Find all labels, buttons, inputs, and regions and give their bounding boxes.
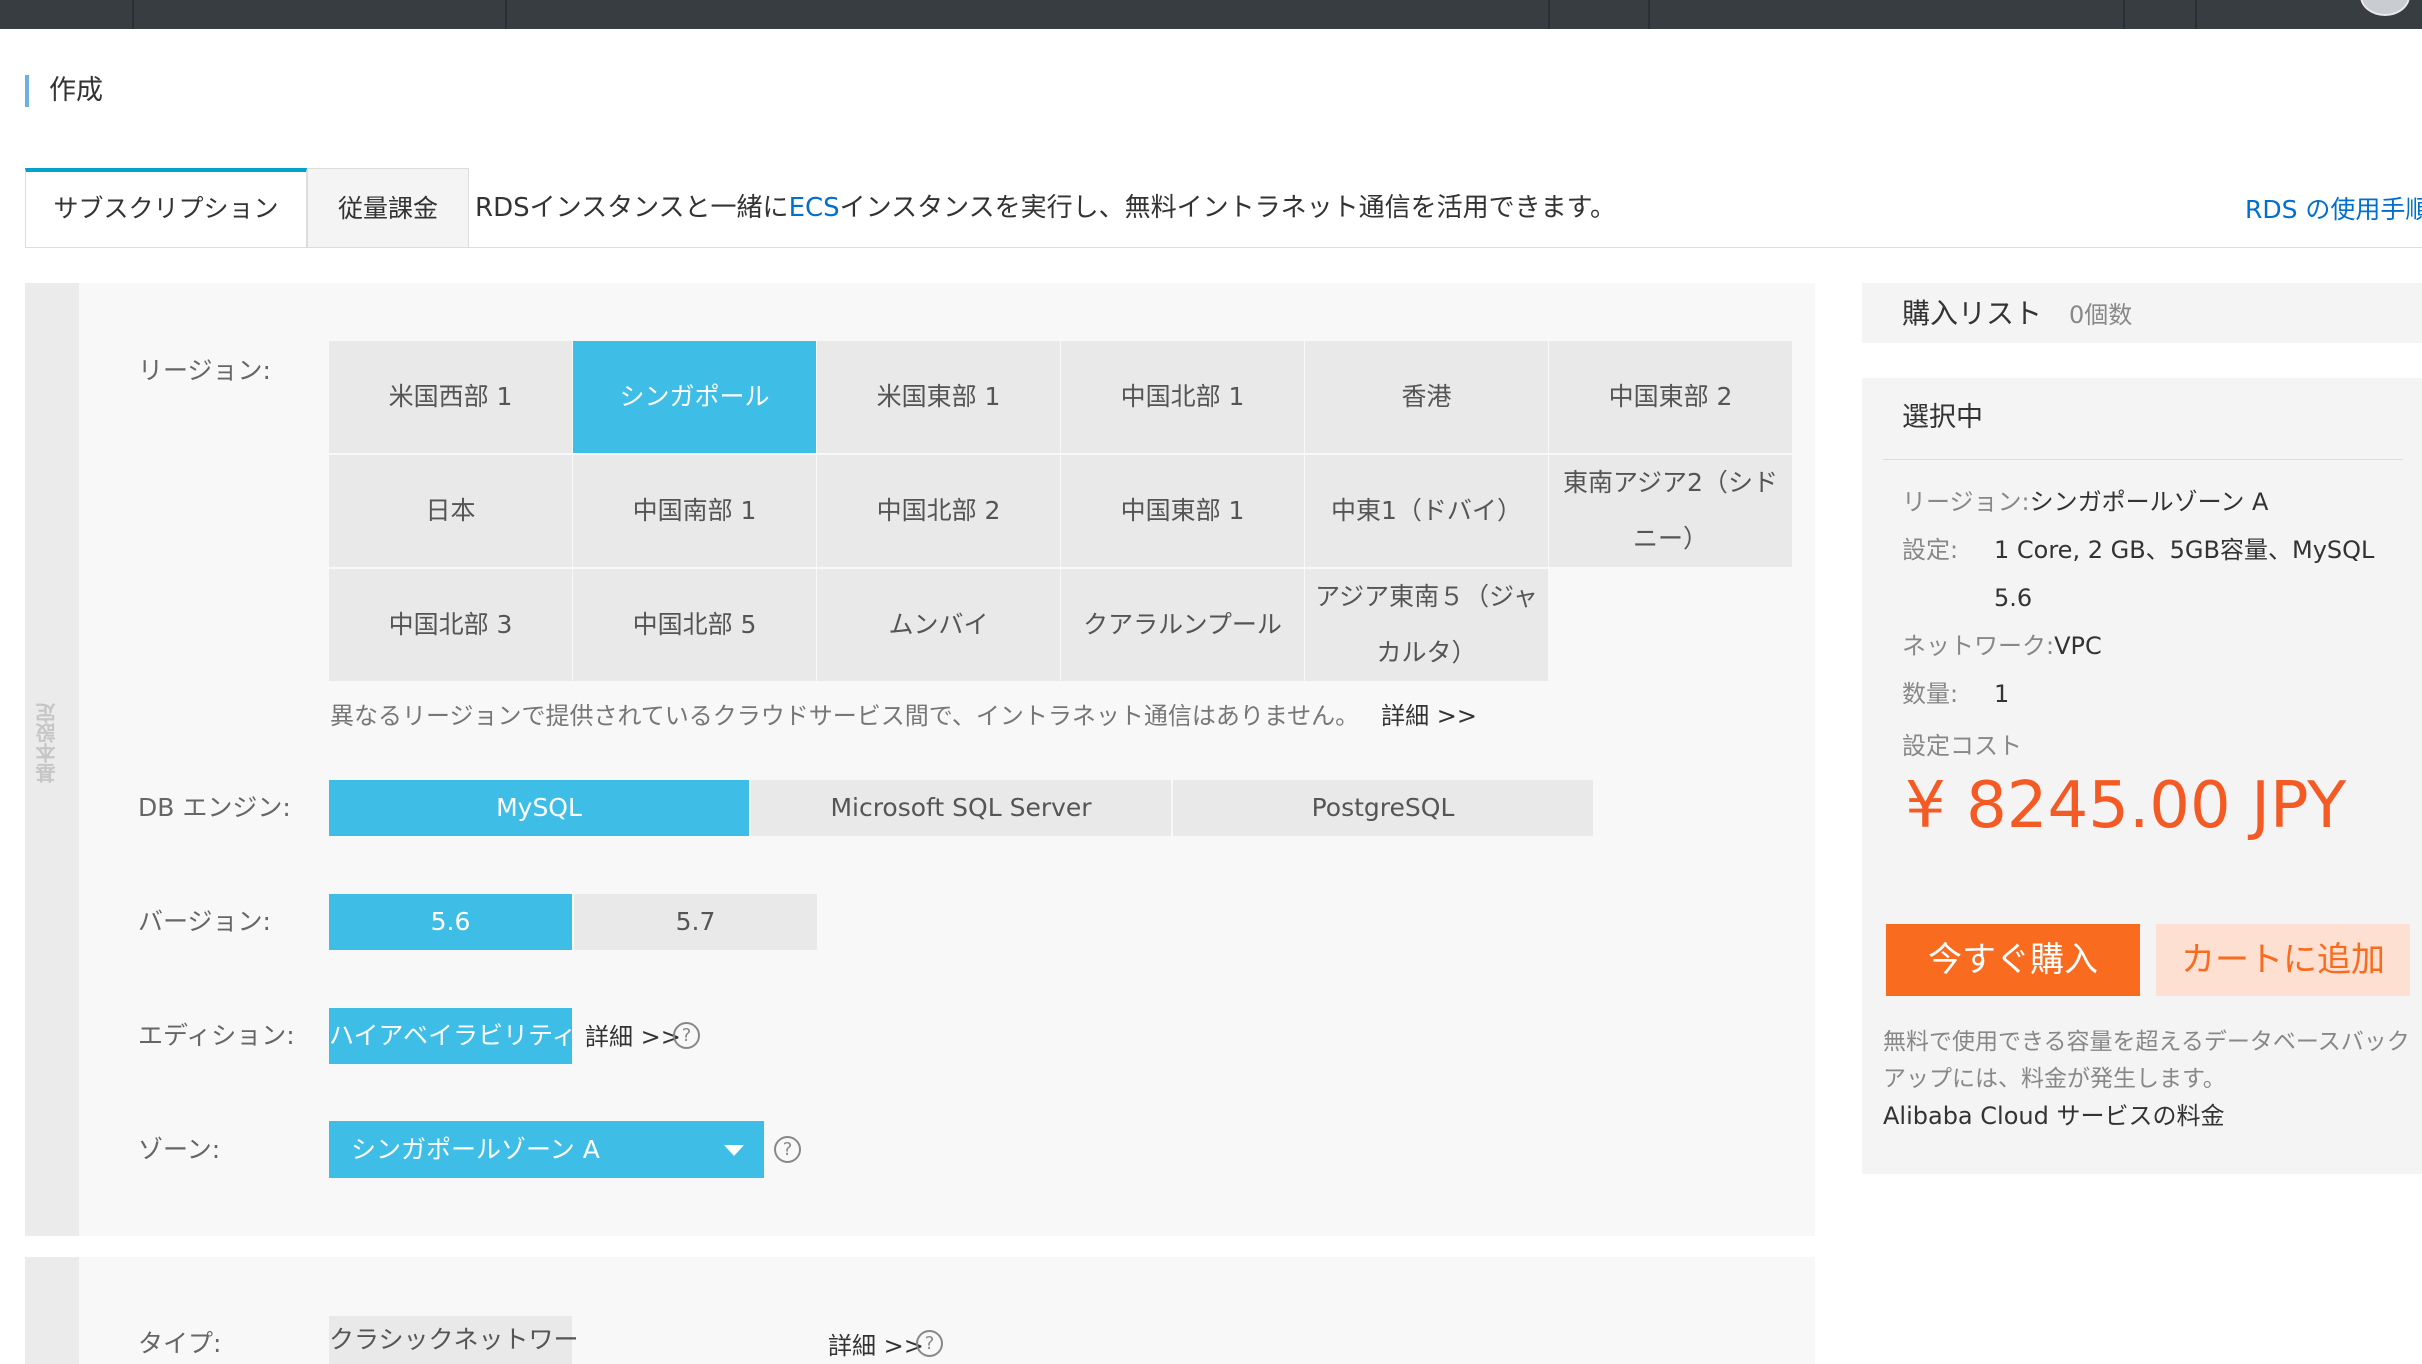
ecs-link[interactable]: ECS [789,193,840,223]
user-avatar[interactable] [2360,0,2410,16]
section-sidebar [25,1257,79,1364]
zone-select-value: シンガポールゾーン A [351,1135,600,1164]
rds-guide-link[interactable]: RDS の使用手順 [2245,192,2422,228]
region-option[interactable]: 中国東部 2 [1549,341,1792,453]
region-option[interactable]: 米国東部 1 [817,341,1060,453]
summary-divider [1883,459,2403,460]
edition-detail-link[interactable]: 詳細 >> [585,1019,681,1055]
region-option-selected[interactable]: シンガポール [573,341,816,453]
nav-divider [2195,0,2197,29]
network-detail-link[interactable]: 詳細 >> [828,1328,924,1364]
edition-label: エディション: [138,1021,295,1050]
promo-text: RDSインスタンスと一緒に [475,193,789,223]
region-option[interactable]: ムンバイ [817,569,1060,681]
help-icon[interactable]: ? [774,1136,801,1163]
pricing-link[interactable]: Alibaba Cloud サービスの料金 [1883,1098,2224,1134]
tab-subscription[interactable]: サブスクリプション [25,168,307,248]
tabs-divider [25,247,2422,248]
summary-title: 選択中 [1902,402,1983,433]
region-hint-text: 異なるリージョンで提供されているクラウドサービス間で、イントラネット通信はありま… [330,702,1360,730]
buy-now-button[interactable]: 今すぐ購入 [1886,924,2140,996]
region-option[interactable]: 中国北部 5 [573,569,816,681]
engine-label: DB エンジン: [138,793,291,822]
nav-divider [132,0,134,29]
nav-divider [505,0,507,29]
network-type-option[interactable]: クラシックネットワー [329,1316,579,1364]
region-option[interactable]: クアラルンプール [1061,569,1304,681]
engine-option-selected[interactable]: MySQL [329,780,749,836]
region-option[interactable]: 中国南部 1 [573,455,816,567]
help-icon[interactable]: ? [916,1330,943,1357]
nav-divider [1548,0,1550,29]
summary-config-value-cont: 5.6 [1994,584,2033,612]
zone-select[interactable]: シンガポールゾーン A [329,1121,764,1178]
region-detail-link[interactable]: 詳細 >> [1381,702,1477,730]
backup-fee-note: 無料で使用できる容量を超えるデータベースバックアップには、料金が発生します。 [1883,1029,2410,1092]
ecs-promo-note: RDSインスタンスと一緒にECSインスタンスを実行し、無料イントラネット通信を活… [475,190,1616,226]
engine-option[interactable]: PostgreSQL [1173,780,1593,836]
purchase-list-count: 0個数 [2069,301,2133,329]
region-option[interactable]: 中東1（ドバイ） [1305,455,1548,567]
region-option[interactable]: 中国北部 2 [817,455,1060,567]
summary-network-value: VPC [2054,632,2102,660]
region-hint: 異なるリージョンで提供されているクラウドサービス間で、イントラネット通信はありま… [330,698,1477,734]
summary-config-key: 設定: [1902,536,1959,564]
nav-divider [1648,0,1650,29]
zone-label: ゾーン: [138,1135,221,1164]
top-nav-bar [0,0,2422,29]
tab-pay-as-you-go[interactable]: 従量課金 [307,168,469,248]
version-option-selected[interactable]: 5.6 [329,894,572,950]
total-price: ¥ 8245.00 JPY [1905,769,2347,843]
region-option[interactable]: 中国北部 3 [329,569,572,681]
summary-region-value: シンガポールゾーン A [2029,488,2269,516]
region-option[interactable]: 中国北部 1 [1061,341,1304,453]
region-option[interactable]: アジア東南５（ジャカルタ） [1305,569,1548,681]
version-label: バージョン: [138,907,271,936]
nav-divider [2123,0,2125,29]
summary-region: リージョン:シンガポールゾーン A [1902,484,2268,520]
engine-option[interactable]: Microsoft SQL Server [751,780,1171,836]
summary-network: ネットワーク:VPC [1902,628,2102,664]
region-option[interactable]: 東南アジア2（シドニー） [1549,455,1792,567]
network-type-label: タイプ: [138,1329,222,1358]
region-option[interactable]: 香港 [1305,341,1548,453]
edition-option-selected[interactable]: ハイアベイラビリティ [329,1008,577,1064]
chevron-down-icon [724,1145,744,1156]
help-icon[interactable]: ? [673,1022,700,1049]
promo-text: インスタンスを実行し、無料イントラネット通信を活用できます。 [839,193,1617,223]
section-label: 基本設定 [35,703,59,783]
summary-qty-key: 数量: [1902,680,1959,708]
summary-qty-value: 1 [1994,680,2010,708]
region-option[interactable]: 米国西部 1 [329,341,572,453]
region-label: リージョン: [138,356,271,385]
summary-config-value: 1 Core, 2 GB、5GB容量、MySQL [1994,536,2375,564]
summary-cost-label: 設定コスト [1902,732,2022,760]
region-option[interactable]: 中国東部 1 [1061,455,1304,567]
summary-region-key: リージョン: [1902,488,2030,516]
version-option[interactable]: 5.7 [574,894,817,950]
summary-network-key: ネットワーク: [1902,632,2055,660]
region-option[interactable]: 日本 [329,455,572,567]
page-title: 作成 [25,75,103,107]
add-to-cart-button[interactable]: カートに追加 [2156,924,2410,996]
purchase-list-title: 購入リスト [1902,297,2043,330]
